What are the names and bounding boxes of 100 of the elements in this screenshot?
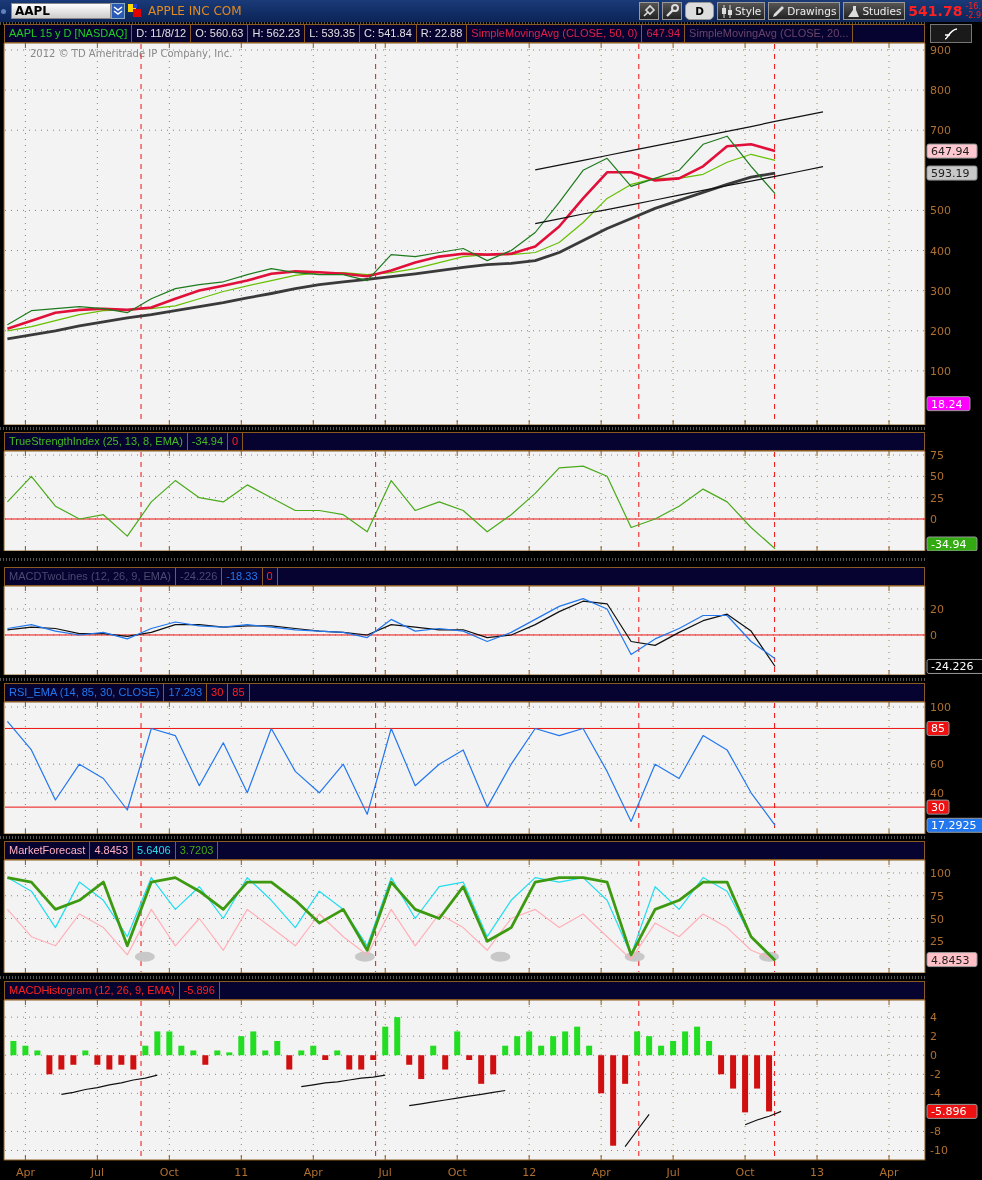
- axis-label: -4: [930, 1087, 941, 1101]
- net-change: -16.: [965, 2, 981, 11]
- axis-label: 25: [930, 491, 944, 505]
- value-badge: 17.2925: [926, 817, 982, 833]
- study-title: MarketForecast: [8, 843, 87, 858]
- chevron-icon: [113, 6, 123, 16]
- wrench-icon: [665, 4, 680, 18]
- study-value: 4.8453: [93, 843, 130, 858]
- wrench-button[interactable]: [662, 2, 683, 20]
- axis-label: 13: [810, 1166, 825, 1179]
- axis-label: 300: [930, 284, 951, 298]
- axis-label: 100: [930, 867, 951, 880]
- study-value: -34.94: [190, 434, 225, 449]
- axis-label: 100: [930, 702, 951, 714]
- curve-icon: [944, 26, 958, 41]
- axis-label: 25: [930, 935, 944, 949]
- studies-button[interactable]: Studies: [843, 2, 906, 20]
- axis-label: Apr: [879, 1166, 899, 1179]
- study-value: 0: [265, 569, 274, 584]
- color-squares-icon: [128, 4, 142, 18]
- study-value: L: 539.35: [308, 26, 357, 41]
- value-badge: -24.226: [926, 658, 982, 674]
- aggregation-button[interactable]: D: [685, 2, 714, 20]
- trough-highlight: [354, 951, 375, 962]
- study-value: 5.6406: [136, 843, 172, 858]
- ref-line-label: 30: [931, 801, 945, 815]
- axis-label: Apr: [15, 1166, 35, 1179]
- trough-highlight: [759, 951, 780, 962]
- value-badge: 647.94: [926, 143, 978, 159]
- flask-icon: [847, 4, 861, 18]
- study-value: SimpleMovingAvg (CLOSE, 50, 0): [470, 26, 639, 41]
- trough-highlight: [490, 951, 511, 962]
- value-badge: 593.19: [926, 165, 978, 181]
- value-badge: 85: [926, 720, 950, 736]
- study-value: -24.226: [179, 569, 219, 584]
- axis-label: 800: [930, 84, 951, 98]
- dropdown-button[interactable]: [111, 3, 125, 19]
- axis-label: 60: [930, 758, 944, 772]
- axis-label: 75: [930, 451, 944, 462]
- axis-label: 75: [930, 889, 944, 903]
- value-badge: 4.8453: [926, 952, 978, 968]
- study-value: -18.33: [225, 569, 259, 584]
- study-value: 85: [231, 685, 246, 700]
- percent-change: -2.9: [965, 11, 981, 20]
- study-value: D: 11/8/12: [135, 26, 188, 41]
- axis-label: 500: [930, 204, 951, 218]
- axis-label: Oct: [735, 1166, 755, 1179]
- trough-highlight: [624, 951, 645, 962]
- axis-label: 200: [930, 324, 951, 338]
- axis-label: 40: [930, 786, 944, 800]
- drawings-button[interactable]: Drawings: [768, 2, 841, 20]
- study-title: RSI_EMA (14, 85, 30, CLOSE): [8, 685, 161, 700]
- value-badge: -5.896: [926, 1103, 978, 1119]
- study-title: MACDHistogram (12, 26, 9, EMA): [8, 983, 176, 998]
- trough-highlight: [134, 951, 155, 962]
- value-badge: -34.94: [926, 536, 978, 551]
- axis-label: Jul: [90, 1166, 104, 1179]
- axis-label: 700: [930, 124, 951, 138]
- axis-label: -10: [930, 1144, 948, 1158]
- study-value: 0: [231, 434, 240, 449]
- axis-label: 50: [930, 912, 944, 926]
- axis-label: Apr: [591, 1166, 611, 1179]
- study-title: MACDTwoLines (12, 26, 9, EMA): [8, 569, 172, 584]
- study-value: C: 541.84: [363, 26, 413, 41]
- study-value: R: 22.88: [419, 26, 464, 41]
- axis-label: 2: [930, 1030, 937, 1044]
- axis-label: 400: [930, 244, 951, 258]
- study-value: -5.896: [182, 983, 216, 998]
- study-value: 3.7203: [178, 843, 215, 858]
- axis-label: Apr: [303, 1166, 323, 1179]
- study-value: O: 560.63: [194, 26, 245, 41]
- copyright-text: 2012 © TD Ameritrade IP Company, Inc.: [30, 48, 233, 59]
- axis-label: 100: [930, 364, 951, 378]
- axis-label: 50: [930, 470, 944, 484]
- axis-label: Jul: [378, 1166, 392, 1179]
- pencil-icon: [772, 4, 786, 18]
- candlestick-icon: [720, 4, 733, 18]
- axis-label: 4: [930, 1011, 937, 1025]
- study-title: AAPL 15 y D [NASDAQ]: [8, 26, 129, 41]
- chart-tool-button[interactable]: [930, 24, 972, 43]
- link-button[interactable]: [639, 2, 660, 20]
- study-value: 17.293: [167, 685, 204, 700]
- axis-label: 0: [930, 513, 937, 526]
- study-value: 647.94: [645, 26, 682, 41]
- study-value: 30: [210, 685, 225, 700]
- axis-label: Oct: [159, 1166, 179, 1179]
- study-value: SimpleMovingAvg (CLOSE, 20...: [688, 26, 850, 41]
- axis-label: Oct: [447, 1166, 467, 1179]
- axis-label: 0: [930, 629, 937, 642]
- status-icon: [1, 8, 6, 14]
- link-icon: [642, 4, 657, 18]
- axis-label: 900: [930, 44, 951, 57]
- symbol-field[interactable]: AAPL: [11, 3, 111, 19]
- axis-label: -8: [930, 1125, 941, 1139]
- last-price: 541.78: [908, 3, 963, 19]
- value-badge: 18.24: [926, 396, 971, 412]
- value-badge: 30: [926, 799, 950, 815]
- style-button[interactable]: Style: [716, 2, 766, 20]
- axis-label: 11: [234, 1166, 249, 1179]
- axis-label: -2: [930, 1068, 941, 1082]
